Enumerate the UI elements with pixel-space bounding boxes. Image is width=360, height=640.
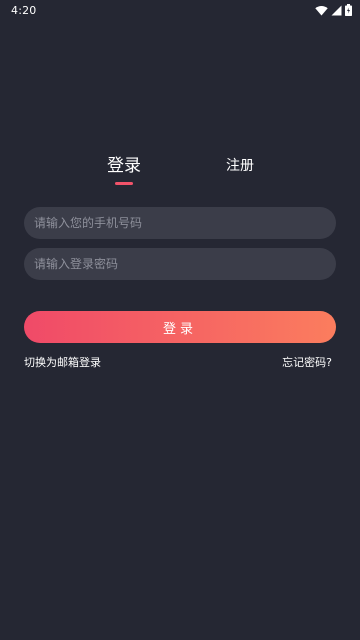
tab-active-indicator	[115, 182, 133, 185]
tab-register[interactable]: 注册	[215, 152, 265, 180]
phone-input[interactable]	[24, 207, 336, 239]
status-time: 4:20	[11, 3, 37, 17]
auth-tabs: 登录 注册	[0, 152, 360, 192]
wifi-icon	[315, 5, 328, 16]
switch-email-login-link[interactable]: 切换为邮箱登录	[24, 356, 101, 370]
status-bar: 4:20	[0, 0, 360, 20]
tab-login[interactable]: 登录	[95, 152, 153, 185]
tab-register-label: 注册	[226, 158, 254, 174]
signal-icon	[331, 5, 342, 16]
battery-icon	[345, 4, 352, 16]
password-input[interactable]	[24, 248, 336, 280]
login-button[interactable]: 登录	[24, 311, 336, 343]
forgot-password-link[interactable]: 忘记密码?	[282, 356, 332, 370]
tab-login-label: 登录	[107, 156, 141, 176]
status-icons	[315, 4, 352, 16]
